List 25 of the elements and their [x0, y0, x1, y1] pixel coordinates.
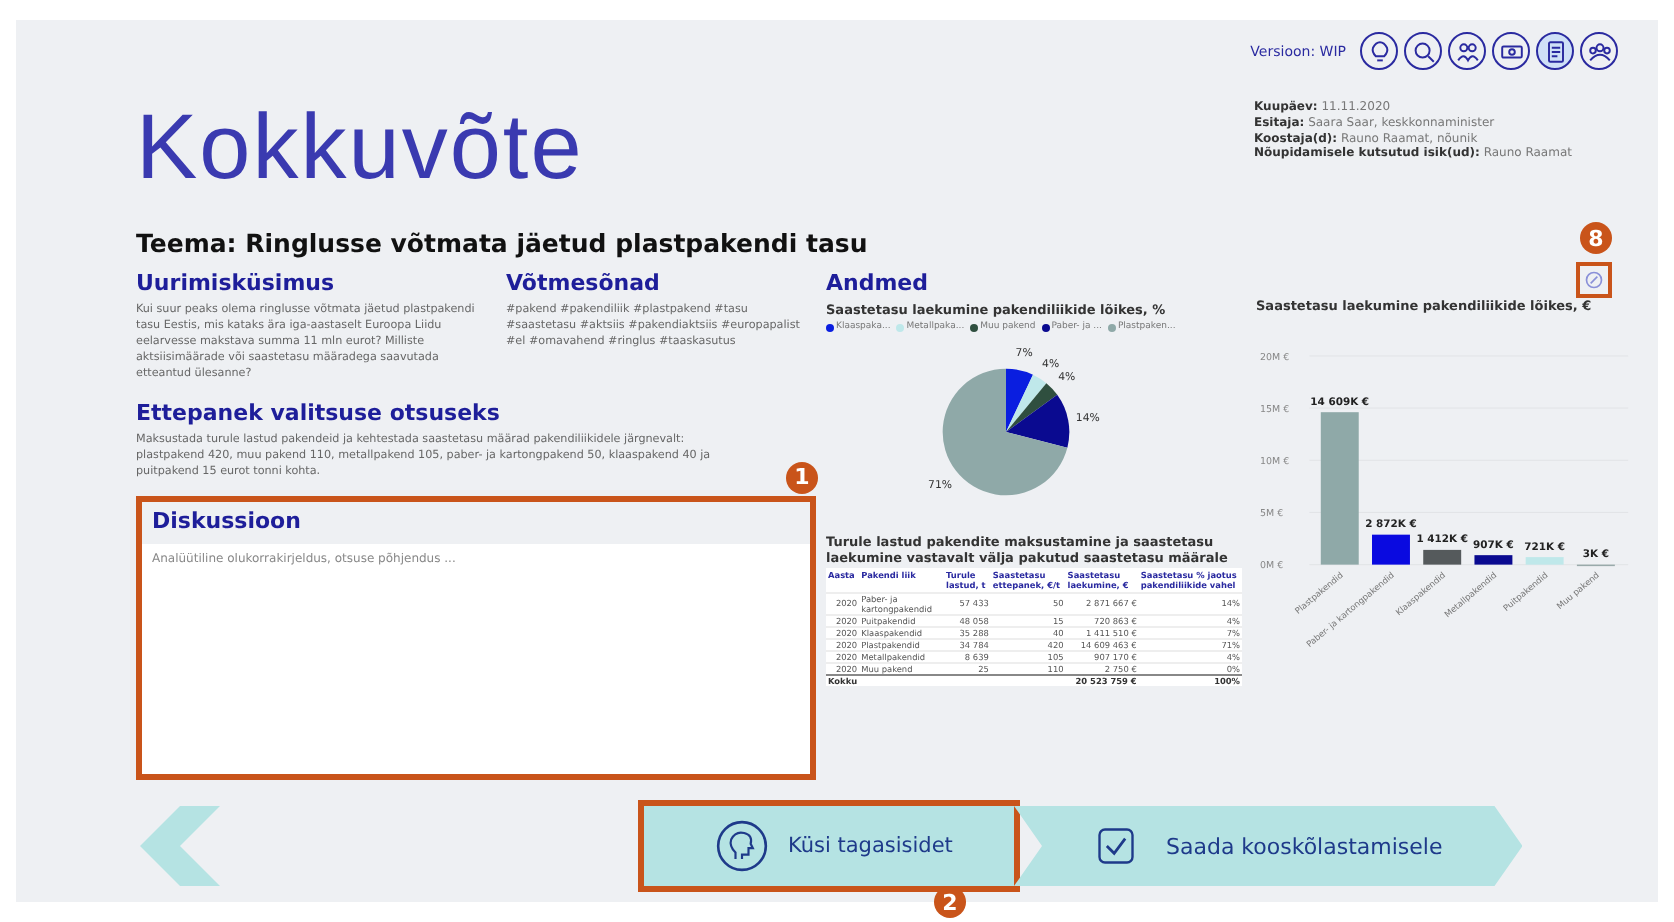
- head-icon: [716, 820, 768, 872]
- document-icon[interactable]: [1536, 32, 1574, 70]
- section-heading: Uurimisküsimus: [136, 270, 337, 296]
- topic-heading: Teema: Ringlusse võtmata jäetud plastpakendi tasu: [136, 228, 868, 258]
- search-icon[interactable]: [1404, 32, 1442, 70]
- feedback-button[interactable]: Küsi tagasisidet: [644, 806, 1014, 886]
- money-icon[interactable]: [1492, 32, 1530, 70]
- section-heading: Andmed: [826, 270, 931, 296]
- group-icon[interactable]: [1580, 32, 1618, 70]
- bar: [1423, 549, 1462, 565]
- expand-button[interactable]: [1576, 262, 1612, 298]
- section-heading: Ettepanek valitsuse otsuseks: [136, 399, 502, 426]
- page-title: Kokkuvõte: [136, 92, 584, 200]
- people-icon[interactable]: [1448, 32, 1486, 70]
- bar: [1474, 555, 1513, 565]
- checkbox-icon: [1094, 824, 1138, 868]
- bulb-icon[interactable]: [1360, 32, 1398, 70]
- link-icon: [1584, 270, 1604, 290]
- bar: [1372, 534, 1410, 565]
- section-heading: Võtmesõnad: [506, 270, 662, 296]
- bar: [1525, 557, 1564, 565]
- callout-badge: 2: [934, 886, 966, 918]
- callout-badge: 8: [1580, 222, 1612, 254]
- submit-button[interactable]: Saada kooskõlastamisele: [1014, 806, 1523, 886]
- callout-badge: 1: [786, 461, 818, 494]
